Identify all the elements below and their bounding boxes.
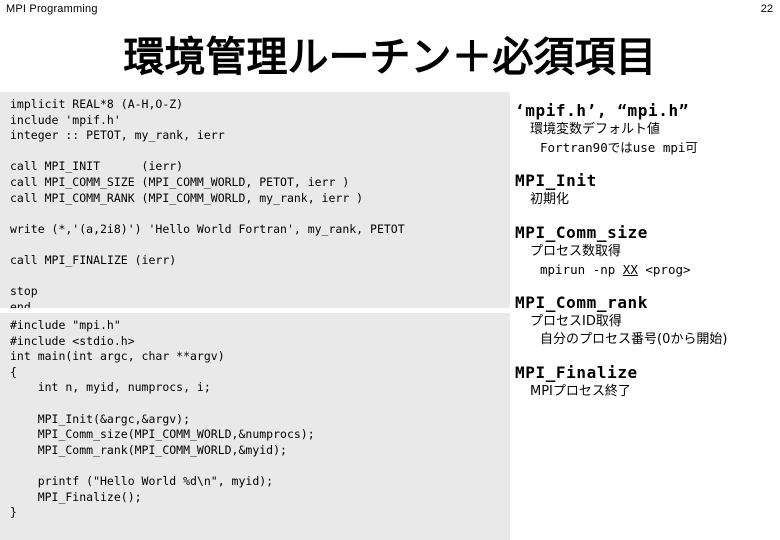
note-group: MPI_Comm_size プロセス数取得 mpirun -np XX <prog>: [513, 222, 780, 279]
note-heading: MPI_Comm_rank: [515, 293, 649, 312]
note-group: ‘mpif.h’, “mpi.h” 環境変数デフォルト値 Fortran90ではus…: [513, 100, 780, 157]
fortran-code-line: [10, 237, 510, 253]
c-code-line: MPI_Comm_rank(MPI_COMM_WORLD,&myid);: [10, 442, 287, 457]
fortran-code-line: integer :: PETOT, my_rank, ierr: [10, 128, 225, 143]
fortran-code-line: [10, 144, 510, 160]
note-heading: MPI_Comm_size: [515, 223, 649, 242]
fortran-code-line: write (*,'(a,2i8)') 'Hello World Fortran…: [10, 221, 405, 236]
note-heading: ‘mpif.h’, “mpi.h”: [515, 101, 689, 120]
c-code-line: MPI_Finalize();: [10, 489, 142, 504]
fortran-code-line: call MPI_COMM_SIZE (MPI_COMM_WORLD, PETO…: [10, 174, 350, 189]
c-code-block: #include "mpi.h" #include <stdio.h> int ma…: [0, 313, 510, 540]
c-code-line: MPI_Init(&argc,&argv);: [10, 411, 191, 426]
note-sub-item: Fortran90ではuse mpi可: [540, 140, 698, 155]
c-code-line: #include <stdio.h>: [10, 333, 135, 348]
fortran-code-line: call MPI_INIT (ierr): [10, 159, 184, 174]
c-code-line: {: [10, 364, 17, 379]
fortran-code-line: [10, 206, 510, 222]
course-title: MPI Programming: [6, 3, 98, 15]
c-code-line: int n, myid, numprocs, i;: [10, 380, 211, 395]
fortran-code-line: [10, 269, 510, 285]
mpi-routine-notes: ‘mpif.h’, “mpi.h” 環境変数デフォルト値 Fortran90ではus…: [513, 100, 780, 414]
note-group: MPI_Finalize MPIプロセス終了: [513, 362, 780, 401]
underlined-token: XX: [622, 262, 638, 277]
fortran-code-line: end: [10, 299, 31, 308]
c-code-line: MPI_Comm_size(MPI_COMM_WORLD,&numprocs);: [10, 427, 315, 442]
note-sub-item: MPIプロセス終了: [530, 384, 631, 399]
c-code-line: int main(int argc, char **argv): [10, 349, 225, 364]
fortran-code-line: stop: [10, 284, 38, 299]
note-sub-item: mpirun -np XX <prog>: [540, 262, 691, 277]
c-code-line: printf ("Hello World %d\n", myid);: [10, 473, 274, 488]
note-sub-item: 初期化: [530, 192, 570, 207]
fortran-code-block: implicit REAL*8 (A-H,O-Z) include 'mpif.h…: [0, 92, 510, 308]
note-sub-item: 自分のプロセス番号(0から開始): [540, 332, 728, 347]
note-sub-item: 環境変数デフォルト値: [530, 122, 661, 137]
fortran-code-line: call MPI_COMM_RANK (MPI_COMM_WORLD, my_r…: [10, 190, 364, 205]
note-heading: MPI_Init: [515, 171, 597, 190]
c-code-line: }: [10, 505, 17, 520]
fortran-code-line: include 'mpif.h': [10, 112, 121, 127]
note-sub-item: プロセス数取得: [530, 244, 622, 259]
c-code-line: [10, 396, 510, 412]
fortran-code-line: implicit REAL*8 (A-H,O-Z): [10, 97, 184, 111]
fortran-code-line: call MPI_FINALIZE (ierr): [10, 252, 177, 267]
note-group: MPI_Comm_rank プロセスID取得自分のプロセス番号(0から開始): [513, 292, 780, 349]
note-sub-item: プロセスID取得: [530, 314, 622, 329]
page-title: 環境管理ルーチン＋必須項目: [123, 33, 657, 81]
note-heading: MPI_Finalize: [515, 363, 638, 382]
page-number: 22: [760, 3, 773, 15]
slide-header: MPI Programming 22: [0, 0, 780, 22]
c-code-line: #include "mpi.h": [10, 318, 121, 332]
note-group: MPI_Init 初期化: [513, 170, 780, 209]
c-code-line: [10, 458, 510, 474]
